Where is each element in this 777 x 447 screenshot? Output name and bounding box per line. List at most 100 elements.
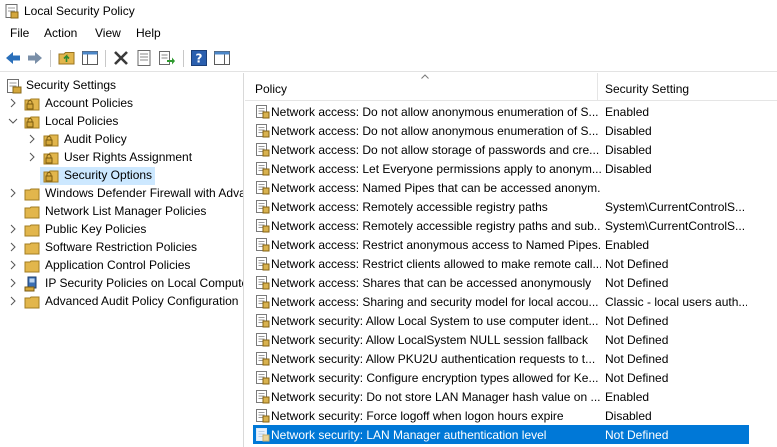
menu-action[interactable]: Action (44, 26, 77, 40)
tree-item-ip-security-policies[interactable]: IP Security Policies on Local Compute (0, 275, 243, 293)
policy-item-icon (256, 371, 270, 385)
table-row[interactable]: Network access: Remotely accessible regi… (253, 216, 777, 235)
table-row[interactable]: Network access: Do not allow storage of … (253, 140, 777, 159)
policy-name: Network security: LAN Manager authentica… (271, 428, 547, 442)
chevron-right-icon[interactable] (27, 134, 37, 144)
tree-item-application-control-policies[interactable]: Application Control Policies (0, 257, 243, 275)
folder-lock-icon (24, 116, 40, 129)
title-bar: Local Security Policy (0, 0, 777, 23)
menu-view[interactable]: View (95, 26, 121, 40)
table-row[interactable]: Network access: Remotely accessible regi… (253, 197, 777, 216)
show-action-pane-icon[interactable] (213, 49, 231, 67)
chevron-right-icon[interactable] (8, 242, 18, 252)
policy-name: Network access: Shares that can be acces… (271, 276, 592, 290)
policy-item-icon (256, 181, 270, 195)
tree-item-label: Security Settings (26, 78, 117, 92)
security-setting-value: Disabled (605, 124, 652, 138)
column-header-policy[interactable]: Policy (255, 82, 287, 96)
column-header-security-setting[interactable]: Security Setting (605, 82, 689, 96)
table-row[interactable]: Network access: Sharing and security mod… (253, 292, 777, 311)
chevron-right-icon[interactable] (8, 224, 18, 234)
security-setting-value: Not Defined (605, 257, 669, 271)
security-setting-value: Disabled (605, 409, 652, 423)
policy-item-icon (256, 124, 270, 138)
export-list-icon[interactable] (158, 49, 176, 67)
policy-item-icon (256, 105, 270, 119)
folder-icon (24, 260, 40, 273)
chevron-right-icon[interactable] (8, 296, 18, 306)
tree-item-label: Software Restriction Policies (45, 240, 198, 254)
policy-name: Network access: Sharing and security mod… (271, 295, 599, 309)
tree-item-local-policies[interactable]: Local Policies (0, 113, 243, 131)
policy-name: Network access: Remotely accessible regi… (271, 200, 548, 214)
tree-item-label: Public Key Policies (45, 222, 147, 236)
chevron-right-icon[interactable] (8, 278, 18, 288)
forward-icon[interactable] (26, 49, 44, 67)
show-hide-tree-icon[interactable] (81, 49, 99, 67)
toolbar-separator (50, 50, 51, 67)
policy-name: Network security: Allow PKU2U authentica… (271, 352, 596, 366)
chevron-right-icon[interactable] (8, 188, 18, 198)
tree-item-security-options[interactable]: Security Options (40, 167, 155, 185)
tree-item-label: Windows Defender Firewall with Adva (45, 186, 244, 200)
table-row[interactable]: Network security: Force logoff when logo… (253, 406, 777, 425)
table-row[interactable]: Network security: LAN Manager authentica… (253, 425, 749, 444)
table-row[interactable]: Network security: Allow LocalSystem NULL… (253, 330, 777, 349)
chevron-right-icon[interactable] (8, 260, 18, 270)
chevron-right-icon[interactable] (8, 98, 18, 108)
tree-item-network-list-manager-policies[interactable]: Network List Manager Policies (0, 203, 243, 221)
policy-name: Network access: Restrict clients allowed… (271, 257, 601, 271)
tree-item-label: User Rights Assignment (64, 150, 193, 164)
tree-item-software-restriction-policies[interactable]: Software Restriction Policies (0, 239, 243, 257)
table-row[interactable]: Network access: Restrict anonymous acces… (253, 235, 777, 254)
policy-list: Policy Security Setting Network access: … (245, 73, 777, 447)
tree-item-label: Advanced Audit Policy Configuration (45, 294, 239, 308)
table-row[interactable]: Network access: Do not allow anonymous e… (253, 102, 777, 121)
table-row[interactable]: Network access: Named Pipes that can be … (253, 178, 777, 197)
table-row[interactable]: Network security: Allow PKU2U authentica… (253, 349, 777, 368)
column-divider[interactable] (597, 73, 598, 101)
tree-item-advanced-audit-policy[interactable]: Advanced Audit Policy Configuration (0, 293, 243, 311)
tree-item-public-key-policies[interactable]: Public Key Policies (0, 221, 243, 239)
table-row[interactable]: Network security: Do not store LAN Manag… (253, 387, 777, 406)
back-icon[interactable] (4, 49, 22, 67)
up-folder-icon[interactable] (58, 49, 76, 67)
tree-item-label: Audit Policy (64, 132, 127, 146)
tree-item-security-settings[interactable]: Security Settings (0, 77, 243, 95)
properties-icon[interactable] (135, 49, 153, 67)
tree-item-label: Account Policies (45, 96, 134, 110)
tree-item-account-policies[interactable]: Account Policies (0, 95, 243, 113)
table-row[interactable]: Network access: Do not allow anonymous e… (253, 121, 777, 140)
table-row[interactable]: Network access: Shares that can be acces… (253, 273, 777, 292)
policy-name: Network access: Do not allow anonymous e… (271, 124, 599, 138)
security-setting-value: Enabled (605, 238, 650, 252)
folder-lock-icon (24, 98, 40, 111)
table-row[interactable]: Network access: Let Everyone permissions… (253, 159, 777, 178)
help-icon[interactable]: ? (190, 49, 208, 67)
delete-icon[interactable] (112, 49, 130, 67)
policy-item-icon (256, 200, 270, 214)
tree-item-windows-defender-firewall[interactable]: Windows Defender Firewall with Adva (0, 185, 244, 203)
sort-ascending-icon (421, 74, 429, 79)
security-setting-value: Disabled (605, 143, 652, 157)
chevron-down-icon[interactable] (8, 116, 18, 126)
svg-text:?: ? (196, 52, 203, 66)
policy-name: Network security: Allow Local System to … (271, 314, 599, 328)
policy-item-icon (256, 390, 270, 404)
table-row[interactable]: Network security: Configure encryption t… (253, 368, 777, 387)
policy-name: Network access: Restrict anonymous acces… (271, 238, 601, 252)
security-setting-value: Not Defined (605, 314, 669, 328)
tree-item-audit-policy[interactable]: Audit Policy (0, 131, 243, 149)
security-setting-value: Enabled (605, 390, 650, 404)
tree-item-user-rights-assignment[interactable]: User Rights Assignment (0, 149, 243, 167)
list-header: Policy Security Setting (245, 73, 777, 101)
security-setting-value: System\CurrentControlS... (605, 200, 746, 214)
table-row[interactable]: Network access: Restrict clients allowed… (253, 254, 777, 273)
menu-file[interactable]: File (10, 26, 29, 40)
policy-name: Network access: Let Everyone permissions… (271, 162, 601, 176)
table-row[interactable]: Network security: Allow Local System to … (253, 311, 777, 330)
security-setting-value: Classic - local users auth... (605, 295, 747, 309)
chevron-right-icon[interactable] (27, 152, 37, 162)
menu-help[interactable]: Help (136, 26, 161, 40)
local-security-policy-icon (5, 4, 19, 19)
